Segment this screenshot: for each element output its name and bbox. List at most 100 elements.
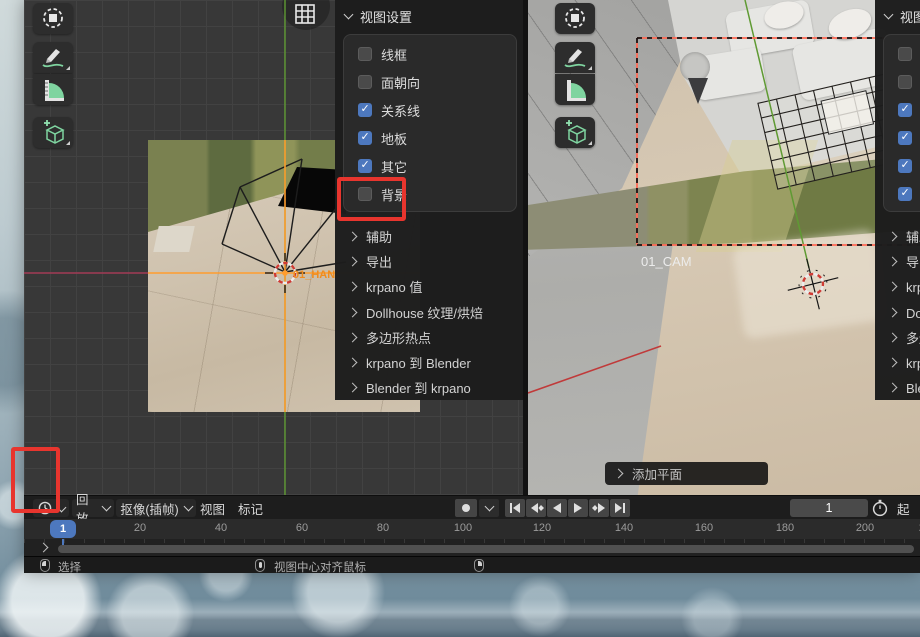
annotation-highlight-background-checkbox bbox=[337, 177, 406, 221]
panel-header[interactable]: 视图设置 bbox=[345, 7, 412, 25]
play-reverse-button[interactable] bbox=[547, 499, 567, 517]
play-button[interactable] bbox=[568, 499, 588, 517]
section-krpano-value[interactable]: krpano 值 bbox=[349, 276, 422, 296]
measure-tool-button[interactable] bbox=[555, 74, 595, 105]
status-center-view-label: 视图中心对齐鼠标 bbox=[274, 559, 366, 573]
viewport-left[interactable]: 01_HAN bbox=[24, 0, 523, 495]
view-menu[interactable]: 视图 bbox=[200, 499, 225, 517]
viewport-right[interactable]: 01_CAM bbox=[528, 0, 920, 495]
checkbox-checked[interactable] bbox=[358, 131, 372, 145]
cursor-tool-button[interactable] bbox=[555, 3, 595, 34]
chevron-down-icon bbox=[344, 10, 354, 20]
view-settings-panel-right: 视图设置 线框 面朝向 关系线 地板 其它 背景 辅助 导出 krpano 值 … bbox=[875, 0, 920, 400]
section-krpano-to-blender[interactable]: krpano 到 Blender bbox=[349, 352, 471, 372]
panel-header[interactable]: 视图设置 bbox=[885, 7, 920, 25]
ruler-tick: 140 bbox=[609, 522, 639, 534]
checkbox-checked[interactable] bbox=[358, 103, 372, 117]
subtool-indicator bbox=[66, 66, 70, 70]
checkbox-row-floor[interactable]: 地板 bbox=[898, 127, 920, 149]
section-polygon-hotspot[interactable]: 多边形热点 bbox=[889, 327, 920, 347]
grid-icon[interactable] bbox=[293, 2, 317, 26]
keying-menu-label: 抠像(插帧) bbox=[120, 499, 178, 518]
section-label: 多边形热点 bbox=[366, 328, 431, 347]
ruler-tick: 160 bbox=[689, 522, 719, 534]
section-dollhouse-bake[interactable]: Dollhouse 纹理/烘焙 bbox=[349, 302, 483, 322]
jump-to-end-button[interactable] bbox=[610, 499, 630, 517]
prev-keyframe-icon bbox=[529, 502, 544, 514]
checkbox-row-background[interactable]: 背景 bbox=[898, 183, 920, 205]
add-cube-tool-button[interactable] bbox=[555, 117, 595, 148]
ruler-tick: 40 bbox=[206, 522, 236, 534]
checkbox-checked[interactable] bbox=[898, 131, 912, 145]
checkbox-row-relationship-lines[interactable]: 关系线 bbox=[898, 99, 920, 121]
annotate-tool-button[interactable] bbox=[33, 42, 73, 73]
jump-to-start-button[interactable] bbox=[505, 499, 525, 517]
ruler-tick: 200 bbox=[850, 522, 880, 534]
stopwatch-icon[interactable] bbox=[871, 499, 889, 517]
auto-keying-button[interactable] bbox=[455, 499, 477, 517]
next-keyframe-button[interactable] bbox=[589, 499, 609, 517]
checkbox-row-other[interactable]: 其它 bbox=[358, 155, 407, 177]
chevron-right-icon bbox=[348, 281, 358, 291]
checkbox-checked[interactable] bbox=[358, 159, 372, 173]
region-expand-chevron[interactable] bbox=[39, 543, 49, 553]
timeline-track[interactable] bbox=[24, 539, 920, 556]
marker-menu[interactable]: 标记 bbox=[238, 499, 263, 517]
timeline-ruler[interactable]: 20 40 60 80 100 120 140 160 180 200 220 … bbox=[24, 519, 920, 539]
section-krpano-to-blender[interactable]: krpano 到 Blender bbox=[889, 352, 920, 372]
checkbox-row-wireframe[interactable]: 线框 bbox=[358, 43, 407, 65]
checkbox-checked[interactable] bbox=[898, 103, 912, 117]
checkbox-row-face-orientation[interactable]: 面朝向 bbox=[358, 71, 420, 93]
operator-label: 添加平面 bbox=[632, 464, 682, 483]
section-blender-to-krpano[interactable]: Blender 到 krpano bbox=[889, 377, 920, 397]
current-frame-field[interactable]: 1 bbox=[790, 499, 868, 517]
frame-field-value: 1 bbox=[826, 501, 833, 515]
section-krpano-value[interactable]: krpano 值 bbox=[889, 276, 920, 296]
panel-header-label: 视图设置 bbox=[900, 7, 920, 26]
ruler-tick: 180 bbox=[770, 522, 800, 534]
mouse-right-icon bbox=[474, 559, 484, 572]
checkbox-label: 面朝向 bbox=[381, 73, 420, 92]
current-frame-indicator[interactable]: 1 bbox=[50, 520, 76, 538]
checkbox-row-wireframe[interactable]: 线框 bbox=[898, 43, 920, 65]
checkbox-row-other[interactable]: 其它 bbox=[898, 155, 920, 177]
ruler-tick: 220 bbox=[913, 522, 920, 534]
operator-panel-add-plane[interactable]: 添加平面 bbox=[605, 462, 768, 485]
horizontal-scrollbar[interactable] bbox=[58, 545, 914, 553]
playback-menu[interactable]: 回放 bbox=[72, 499, 114, 517]
cursor-tool-button[interactable] bbox=[33, 3, 73, 34]
section-export[interactable]: 导出 bbox=[889, 251, 920, 271]
cursor-3d[interactable] bbox=[781, 252, 844, 315]
measure-tool-icon bbox=[33, 74, 73, 105]
checkbox-label: 其它 bbox=[381, 157, 407, 176]
section-blender-to-krpano[interactable]: Blender 到 krpano bbox=[349, 377, 471, 397]
section-dollhouse-bake[interactable]: Dollhouse 纹理/烘焙 bbox=[889, 302, 920, 322]
section-export[interactable]: 导出 bbox=[349, 251, 392, 271]
checkbox-unchecked[interactable] bbox=[898, 75, 912, 89]
section-auxiliary[interactable]: 辅助 bbox=[349, 226, 392, 246]
add-cube-tool-button[interactable] bbox=[33, 117, 73, 148]
desktop: 01_HAN bbox=[0, 0, 920, 637]
ruler-tick: 60 bbox=[287, 522, 317, 534]
checkbox-unchecked[interactable] bbox=[898, 47, 912, 61]
checkbox-checked[interactable] bbox=[898, 159, 912, 173]
section-polygon-hotspot[interactable]: 多边形热点 bbox=[349, 327, 431, 347]
keying-menu[interactable]: 抠像(插帧) bbox=[116, 499, 196, 517]
auto-keying-dropdown[interactable] bbox=[479, 499, 499, 517]
checkbox-checked[interactable] bbox=[898, 187, 912, 201]
timeline-header: 回放 抠像(插帧) 视图 标记 bbox=[24, 495, 920, 519]
checkbox-group: 线框 面朝向 关系线 地板 其它 背景 bbox=[883, 34, 920, 212]
prev-keyframe-button[interactable] bbox=[526, 499, 546, 517]
chevron-right-icon bbox=[348, 357, 358, 367]
section-auxiliary[interactable]: 辅助 bbox=[889, 226, 920, 246]
checkbox-unchecked[interactable] bbox=[358, 47, 372, 61]
section-label: krpano 到 Blender bbox=[366, 353, 471, 372]
checkbox-unchecked[interactable] bbox=[358, 75, 372, 89]
annotate-tool-button[interactable] bbox=[555, 42, 595, 73]
checkbox-row-relationship-lines[interactable]: 关系线 bbox=[358, 99, 420, 121]
jump-start-icon bbox=[508, 502, 522, 514]
measure-tool-button[interactable] bbox=[33, 74, 73, 105]
checkbox-row-face-orientation[interactable]: 面朝向 bbox=[898, 71, 920, 93]
cursor-tool-icon bbox=[33, 3, 73, 34]
checkbox-row-floor[interactable]: 地板 bbox=[358, 127, 407, 149]
